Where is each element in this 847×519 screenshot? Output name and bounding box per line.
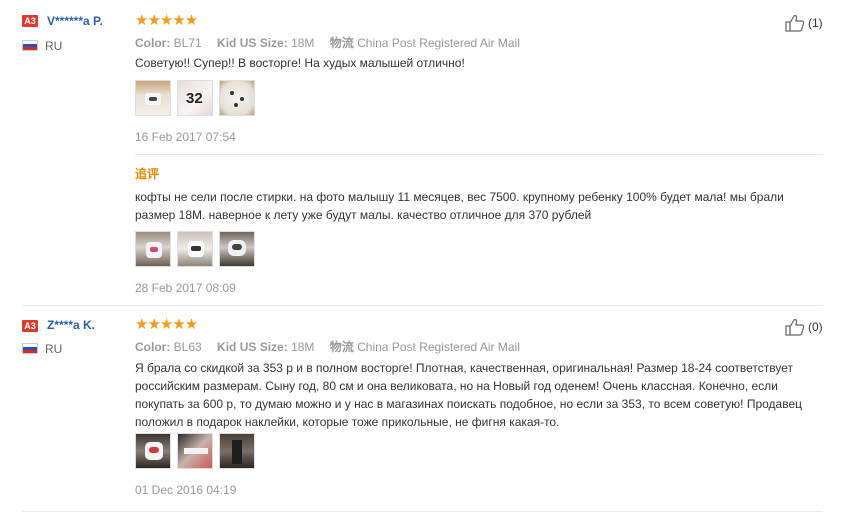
- review-photo-thumbnail[interactable]: [219, 80, 255, 116]
- shipping-label: 物流: [329, 340, 354, 354]
- buyer-level-badge: A3: [22, 15, 38, 27]
- size-value: 18M: [291, 340, 315, 354]
- color-value: BL71: [173, 36, 202, 50]
- helpful-count: (0): [808, 320, 823, 334]
- reviewer-country: RU: [45, 342, 63, 356]
- review-photo-thumbnail[interactable]: 32: [177, 80, 213, 116]
- order-info: Color: BL63 Kid US Size: 18M 物流 China Po…: [135, 338, 520, 355]
- review-photo-thumbnail[interactable]: [177, 231, 213, 267]
- reviewer-country: RU: [45, 39, 63, 53]
- size-label: Kid US Size:: [217, 36, 288, 50]
- rating-stars: ★★★★★: [135, 12, 198, 29]
- color-value: BL63: [173, 340, 202, 354]
- order-info: Color: BL71 Kid US Size: 18M 物流 China Po…: [135, 34, 520, 51]
- review-text: Советую!! Супер!! В восторге! На худых м…: [135, 56, 465, 70]
- review-photo-thumbnail[interactable]: [135, 231, 171, 267]
- review-photos: [135, 433, 255, 469]
- review-photo-thumbnail[interactable]: [135, 80, 171, 116]
- size-label: Kid US Size:: [217, 340, 288, 354]
- shipping-value: China Post Registered Air Mail: [357, 340, 520, 354]
- buyer-level-badge: A3: [22, 320, 38, 332]
- helpful-button[interactable]: (0): [785, 318, 823, 336]
- rating-stars: ★★★★★: [135, 316, 198, 333]
- thumbs-up-icon: [785, 318, 805, 336]
- review-divider: [22, 511, 823, 512]
- color-label: Color:: [135, 36, 171, 50]
- review-photos: 32: [135, 80, 255, 116]
- followup-text: кофты не сели после стирки. на фото малы…: [135, 190, 784, 222]
- review-photo-thumbnail[interactable]: [219, 231, 255, 267]
- size-value: 18M: [291, 36, 315, 50]
- review-photo-thumbnail[interactable]: [219, 433, 255, 469]
- followup-divider: [135, 154, 823, 155]
- review-date: 16 Feb 2017 07:54: [135, 130, 236, 144]
- review-photo-thumbnail[interactable]: [135, 433, 171, 469]
- followup-date: 28 Feb 2017 08:09: [135, 281, 236, 295]
- shipping-label: 物流: [329, 36, 354, 50]
- helpful-count: (1): [808, 16, 823, 30]
- russia-flag-icon: [22, 40, 38, 51]
- shipping-value: China Post Registered Air Mail: [357, 36, 520, 50]
- review-date: 01 Dec 2016 04:19: [135, 483, 237, 497]
- thumbs-up-icon: [785, 14, 805, 32]
- followup-label: 追评: [135, 167, 160, 181]
- helpful-button[interactable]: (1): [785, 14, 823, 32]
- review-divider: [22, 305, 823, 306]
- russia-flag-icon: [22, 343, 38, 354]
- reviewer-name: V******a P.: [47, 14, 103, 28]
- review-text: Я брала со скидкой за 353 р и в полном в…: [135, 361, 803, 429]
- reviewer-name: Z****a K.: [47, 318, 96, 332]
- color-label: Color:: [135, 340, 171, 354]
- review-photo-thumbnail[interactable]: [177, 433, 213, 469]
- followup-photos: [135, 231, 255, 267]
